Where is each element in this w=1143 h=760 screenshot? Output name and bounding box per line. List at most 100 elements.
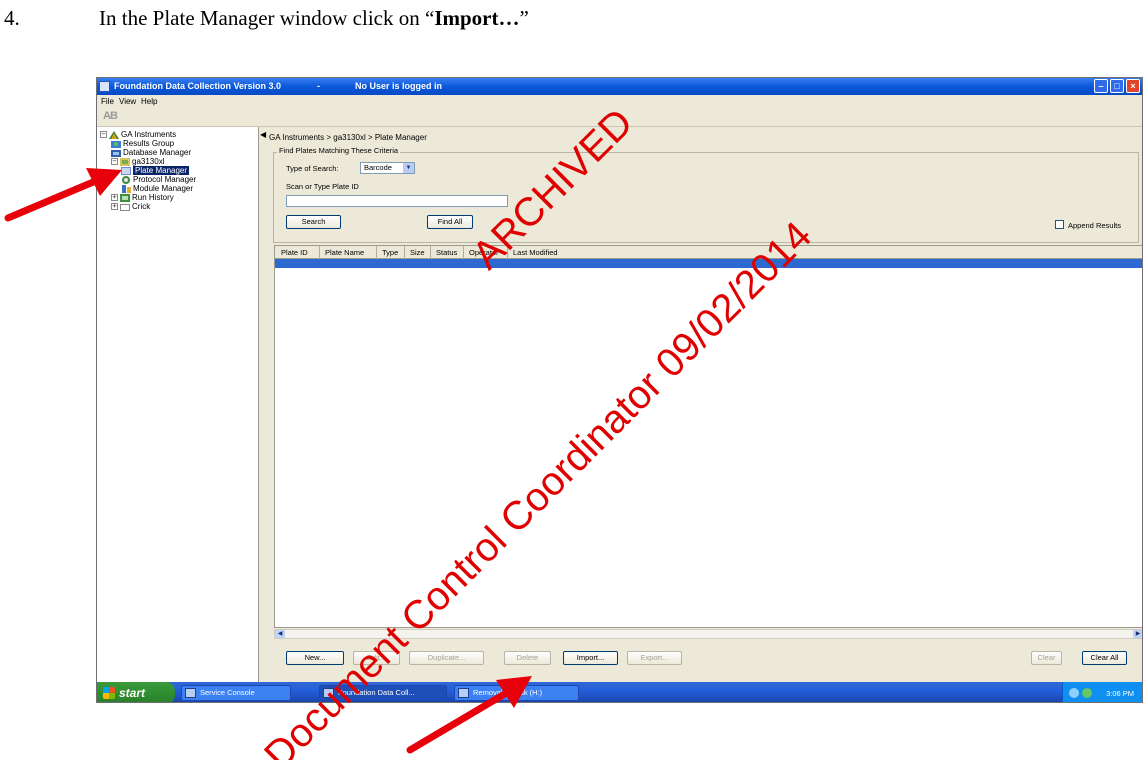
- chevron-down-icon[interactable]: ▼: [403, 163, 414, 173]
- menu-file[interactable]: File: [101, 97, 114, 106]
- horizontal-scrollbar[interactable]: ◀ ▶: [274, 629, 1142, 639]
- taskbar-item-service-console[interactable]: Service Console: [181, 685, 291, 701]
- clear-button[interactable]: Clear: [1031, 651, 1062, 665]
- column-divider[interactable]: [507, 246, 508, 259]
- start-button[interactable]: start: [97, 682, 175, 702]
- column-plate-id[interactable]: Plate ID: [281, 248, 308, 257]
- panel-collapse-icon[interactable]: ◀: [260, 130, 266, 139]
- collapse-icon[interactable]: −: [100, 131, 107, 138]
- type-of-search-dropdown[interactable]: Barcode ▼: [360, 162, 415, 174]
- tree-node-results-group[interactable]: Results Group: [111, 139, 174, 148]
- user-status: No User is logged in: [355, 81, 443, 91]
- tree-node-run-history[interactable]: + Run History: [111, 193, 174, 202]
- run-history-icon: [120, 193, 130, 202]
- instrument-icon: [120, 157, 130, 166]
- column-divider[interactable]: [404, 246, 405, 259]
- window-title: Foundation Data Collection Version 3.0: [114, 81, 282, 91]
- tree-node-database-manager[interactable]: Database Manager: [111, 148, 191, 157]
- tree-label-root: GA Instruments: [121, 130, 177, 139]
- drive-icon: [458, 688, 469, 698]
- plate-id-input[interactable]: [286, 195, 508, 207]
- column-type[interactable]: Type: [382, 248, 398, 257]
- tree-node-protocol-manager[interactable]: Protocol Manager: [121, 175, 196, 184]
- window-controls: – □ ×: [1094, 79, 1140, 93]
- taskbar-item-removable-disk[interactable]: Removable Disk (H:): [454, 685, 579, 701]
- tree-node-plate-manager[interactable]: Plate Manager: [121, 166, 190, 175]
- menu-help[interactable]: Help: [141, 97, 157, 106]
- tree-label-results-group: Results Group: [123, 139, 175, 148]
- tree-label-protocol-manager: Protocol Manager: [133, 175, 197, 184]
- edit-button[interactable]: Edit...: [353, 651, 400, 665]
- import-button[interactable]: Import...: [563, 651, 618, 665]
- criteria-legend: Find Plates Matching These Criteria: [277, 146, 401, 155]
- tree-label-plate-manager: Plate Manager: [133, 166, 190, 175]
- scan-plate-id-label: Scan or Type Plate ID: [286, 182, 359, 191]
- instruction-close-quote: ”: [519, 6, 529, 30]
- tree-node-instrument[interactable]: − ga3130xl: [111, 157, 164, 166]
- export-button[interactable]: Export...: [627, 651, 682, 665]
- append-results-label: Append Results: [1068, 221, 1121, 230]
- taskbar-item-label: Removable Disk (H:): [473, 688, 543, 697]
- duplicate-button[interactable]: Duplicate...: [409, 651, 484, 665]
- type-of-search-value: Barcode: [364, 163, 392, 172]
- taskbar: start Service Console Foundation Data Co…: [97, 682, 1142, 702]
- app-icon: [99, 81, 110, 92]
- expand-icon[interactable]: +: [111, 194, 118, 201]
- tree-label-instrument: ga3130xl: [132, 157, 165, 166]
- expand-icon[interactable]: +: [111, 203, 118, 210]
- find-all-button[interactable]: Find All: [427, 215, 473, 229]
- module-manager-icon: [122, 184, 131, 193]
- results-group-icon: [111, 140, 121, 148]
- clear-all-button[interactable]: Clear All: [1082, 651, 1127, 665]
- menu-view[interactable]: View: [119, 97, 136, 106]
- application-screenshot: Foundation Data Collection Version 3.0 -…: [96, 77, 1143, 703]
- taskbar-item-foundation-data[interactable]: Foundation Data Coll...: [319, 685, 447, 701]
- clock: 3:06 PM: [1106, 689, 1134, 698]
- scroll-left-icon[interactable]: ◀: [275, 630, 285, 638]
- type-of-search-label: Type of Search:: [286, 164, 339, 173]
- instrument-group-icon: [109, 130, 119, 139]
- column-divider[interactable]: [430, 246, 431, 259]
- taskbar-item-label: Foundation Data Coll...: [338, 688, 415, 697]
- network-icon[interactable]: [1069, 688, 1079, 698]
- maximize-icon[interactable]: □: [1110, 79, 1124, 93]
- column-divider[interactable]: [376, 246, 377, 259]
- new-button[interactable]: New...: [286, 651, 344, 665]
- minimize-icon[interactable]: –: [1094, 79, 1108, 93]
- collapse-icon[interactable]: −: [111, 158, 118, 165]
- column-divider[interactable]: [319, 246, 320, 259]
- step-number: 4.: [4, 6, 20, 30]
- plate-manager-icon: [121, 166, 131, 175]
- app-icon: [323, 688, 334, 698]
- scroll-right-icon[interactable]: ▶: [1133, 630, 1142, 638]
- tree-node-module-manager[interactable]: Module Manager: [121, 184, 193, 193]
- security-icon[interactable]: [1082, 688, 1092, 698]
- instruction-bold: Import…: [434, 6, 520, 30]
- instruction-line: 4. In the Plate Manager window click on “…: [4, 6, 529, 31]
- tree-label-run-history: Run History: [132, 193, 174, 202]
- append-results-checkbox[interactable]: [1055, 220, 1064, 229]
- column-status[interactable]: Status: [436, 248, 457, 257]
- close-icon[interactable]: ×: [1126, 79, 1140, 93]
- database-icon: [111, 149, 121, 157]
- crick-icon: [120, 203, 130, 211]
- selected-table-row[interactable]: [275, 259, 1142, 268]
- tree-label-database-manager: Database Manager: [123, 148, 192, 157]
- ab-logo: AB: [103, 110, 118, 122]
- tree-label-module-manager: Module Manager: [133, 184, 194, 193]
- column-last-modified[interactable]: Last Modified: [513, 248, 558, 257]
- search-button[interactable]: Search: [286, 215, 341, 229]
- tree-node-crick[interactable]: + Crick: [111, 202, 150, 211]
- title-bar: Foundation Data Collection Version 3.0 -…: [97, 78, 1142, 95]
- column-operator[interactable]: Operator: [469, 248, 499, 257]
- taskbar-item-label: Service Console: [200, 688, 255, 697]
- column-size[interactable]: Size: [410, 248, 425, 257]
- tree-node-root[interactable]: − GA Instruments: [100, 130, 176, 139]
- column-divider[interactable]: [463, 246, 464, 259]
- console-icon: [185, 688, 196, 698]
- windows-logo-icon: [103, 687, 115, 699]
- start-label: start: [119, 686, 146, 700]
- table-header: Plate ID Plate Name Type Size Status Ope…: [275, 246, 1142, 259]
- delete-button[interactable]: Delete: [504, 651, 551, 665]
- column-plate-name[interactable]: Plate Name: [325, 248, 364, 257]
